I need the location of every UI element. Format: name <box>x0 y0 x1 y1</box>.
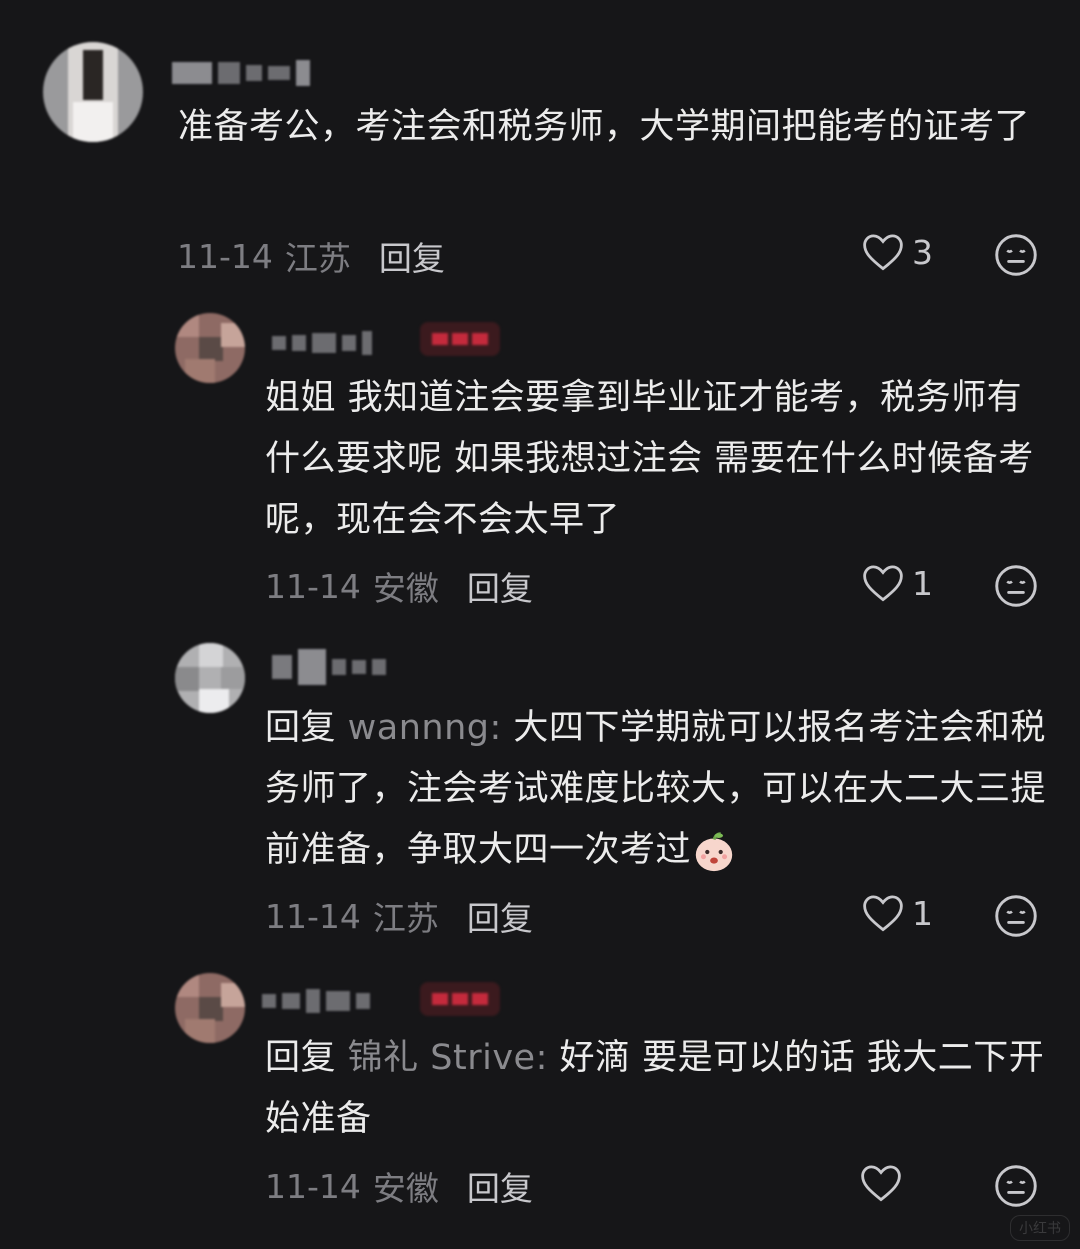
comment-text: 回复 锦礼 Strive: 好滴 要是可以的话 我大二下开始准备 <box>265 1028 1050 1150</box>
neutral-face-icon[interactable] <box>994 1164 1038 1208</box>
comment-date: 11-14 <box>265 566 361 606</box>
like-button[interactable]: 3 <box>862 232 933 272</box>
comment-location: 江苏 <box>372 899 439 938</box>
user-badge <box>420 322 500 356</box>
avatar[interactable] <box>175 973 245 1043</box>
heart-icon <box>863 565 903 602</box>
username-blurred[interactable] <box>262 986 370 1016</box>
reply-button[interactable]: 回复 <box>467 892 533 940</box>
comment-location: 安徽 <box>372 569 439 608</box>
comment-text: 准备考公，考注会和税务师，大学期间把能考的证考了 <box>178 107 1031 147</box>
peach-emoji <box>695 832 733 872</box>
username-blurred[interactable] <box>272 649 386 685</box>
like-count: 3 <box>912 232 933 272</box>
like-button[interactable] <box>860 1163 910 1203</box>
heart-icon <box>861 1165 901 1202</box>
reply-button[interactable]: 回复 <box>467 1162 533 1210</box>
comment-meta: 11-14 安徽 回复 <box>265 562 533 610</box>
comment-date: 11-14 <box>265 896 361 936</box>
reply-button[interactable]: 回复 <box>379 232 445 280</box>
username-blurred[interactable] <box>172 58 310 88</box>
neutral-face-icon[interactable] <box>994 564 1038 608</box>
comment-location: 江苏 <box>284 239 351 278</box>
username-blurred[interactable] <box>272 328 372 358</box>
reply-prefix: 回复 <box>265 1038 348 1078</box>
comment-date: 11-14 <box>265 1166 361 1206</box>
avatar[interactable] <box>175 313 245 383</box>
comment-text: 姐姐 我知道注会要拿到毕业证才能考，税务师有什么要求呢 如果我想过注会 需要在什… <box>265 378 1034 540</box>
comment-meta: 11-14 江苏 回复 <box>177 232 445 280</box>
comment-meta: 11-14 安徽 回复 <box>265 1162 533 1210</box>
like-button[interactable]: 1 <box>862 893 933 933</box>
like-count: 1 <box>912 893 933 933</box>
reply-mention[interactable]: 锦礼 Strive: <box>348 1038 548 1078</box>
reply-button[interactable]: 回复 <box>467 562 533 610</box>
comment-date: 11-14 <box>177 236 273 276</box>
neutral-face-icon[interactable] <box>994 894 1038 938</box>
watermark: 小红书 <box>1010 1215 1070 1241</box>
comment-text: 回复 wannng: 大四下学期就可以报名考注会和税务师了，注会考试难度比较大，… <box>265 698 1050 881</box>
comment-meta: 11-14 江苏 回复 <box>265 892 533 940</box>
reply-prefix: 回复 <box>265 708 348 748</box>
user-badge <box>420 982 500 1016</box>
heart-icon <box>863 234 903 271</box>
like-count: 1 <box>912 563 933 603</box>
avatar[interactable] <box>175 643 245 713</box>
neutral-face-icon[interactable] <box>994 233 1038 277</box>
heart-icon <box>863 895 903 932</box>
avatar[interactable] <box>43 42 143 142</box>
reply-mention[interactable]: wannng: <box>348 708 502 748</box>
comment-location: 安徽 <box>372 1169 439 1208</box>
like-button[interactable]: 1 <box>862 563 933 603</box>
